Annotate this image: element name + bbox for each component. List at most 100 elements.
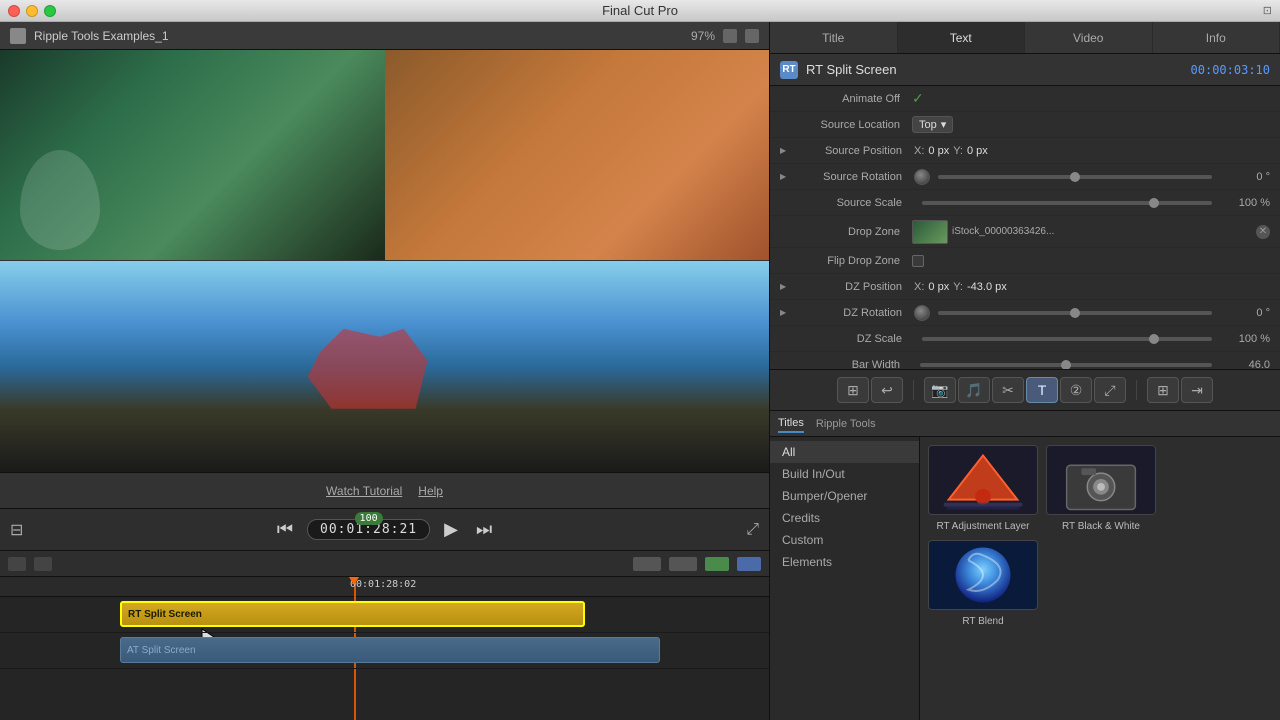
dz-pos-y-val[interactable]: -43.0 px — [967, 281, 1007, 293]
source-pos-y-val[interactable]: 0 px — [967, 145, 988, 157]
animate-off-check[interactable]: ✓ — [912, 90, 924, 107]
sidebar-item-credits[interactable]: Credits — [770, 507, 919, 529]
sidebar-item-all[interactable]: All — [770, 441, 919, 463]
bar-width-slider[interactable] — [920, 363, 1212, 367]
dz-rotation-row: ▶ DZ Rotation 0 ° — [770, 300, 1280, 326]
source-rotation-knob[interactable] — [914, 169, 930, 185]
dz-pos-x-val[interactable]: 0 px — [928, 281, 949, 293]
tab-title[interactable]: Title — [770, 22, 898, 53]
effect-card-blend[interactable]: RT Blend — [928, 540, 1038, 627]
source-rotation-value: 0 ° — [1220, 171, 1270, 183]
titlebar: Final Cut Pro ⊡ — [0, 0, 1280, 22]
browser-tab-ripple[interactable]: Ripple Tools — [816, 416, 876, 432]
toolbar-browser-btn[interactable]: ⊞ — [1147, 377, 1179, 403]
drop-zone-label: Drop Zone — [792, 226, 912, 238]
toolbar-gen-btn[interactable]: ② — [1060, 377, 1092, 403]
tab-text[interactable]: Text — [898, 22, 1026, 53]
disclosure-dz-rot[interactable]: ▶ — [780, 308, 792, 317]
disclosure-dz-pos[interactable]: ▶ — [780, 282, 792, 291]
effect-thumb-blend — [928, 540, 1038, 610]
fullscreen-button[interactable]: ⤢ — [746, 521, 759, 539]
timeline-tool-btn-2[interactable] — [34, 557, 52, 571]
timeline-track-1: RT Split Screen — [0, 597, 769, 633]
disclosure-source-rot[interactable]: ▶ — [780, 172, 792, 181]
toolbar-photo-btn[interactable]: 📷 — [924, 377, 956, 403]
drop-zone-filename: iStock_00000363426... — [952, 226, 1256, 237]
dz-rotation-slider[interactable] — [938, 311, 1212, 315]
viewer-title: Ripple Tools Examples_1 — [34, 29, 683, 43]
dz-pos-x-label: X: — [914, 281, 924, 293]
effect-card-adjustment-layer[interactable]: RT Adjustment Layer — [928, 445, 1038, 532]
sidebar-item-elements[interactable]: Elements — [770, 551, 919, 573]
clip-lower[interactable]: AT Split Screen — [120, 637, 660, 663]
minimize-button[interactable] — [26, 5, 38, 17]
bar-width-thumb[interactable] — [1061, 360, 1071, 370]
toolbar-undo-btn[interactable]: ↩ — [871, 377, 903, 403]
zoom-level[interactable]: 97% — [691, 29, 715, 43]
preview-area — [0, 50, 769, 472]
tab-video[interactable]: Video — [1025, 22, 1153, 53]
animate-off-row: Animate Off ✓ — [770, 86, 1280, 112]
toolbar-snap-btn[interactable]: ⊞ — [837, 377, 869, 403]
disclosure-source-pos[interactable]: ▶ — [780, 146, 792, 155]
preview-top-right — [385, 50, 770, 260]
dz-position-label: DZ Position — [794, 281, 914, 293]
flip-drop-zone-checkbox[interactable] — [912, 255, 924, 267]
browser-tabs: Titles Ripple Tools — [770, 411, 1280, 437]
toolbar-title-btn[interactable]: T — [1026, 377, 1058, 403]
layout-button[interactable]: ⊟ — [10, 520, 23, 540]
toolbar-sep-2 — [1136, 380, 1137, 400]
toolbar-cut-btn[interactable]: ✂ — [992, 377, 1024, 403]
source-scale-slider[interactable] — [922, 201, 1212, 205]
source-position-label: Source Position — [794, 145, 914, 157]
toolbar-group-2: 📷 🎵 ✂ T ② ⤢ — [924, 377, 1126, 403]
dz-scale-thumb[interactable] — [1149, 334, 1159, 344]
source-scale-thumb[interactable] — [1149, 198, 1159, 208]
drop-zone-remove-btn[interactable]: ✕ — [1256, 225, 1270, 239]
tab-info[interactable]: Info — [1153, 22, 1280, 53]
toolbar-share-btn[interactable]: ⇥ — [1181, 377, 1213, 403]
right-panel: Title Text Video Info RT RT Split Screen… — [770, 22, 1280, 720]
playhead-time: 00:01:28:02 — [350, 579, 416, 590]
skip-back-button[interactable]: ⏮ — [273, 515, 297, 544]
source-rotation-row: ▶ Source Rotation 0 ° — [770, 164, 1280, 190]
dz-rotation-thumb[interactable] — [1070, 308, 1080, 318]
timeline-tool-btn[interactable] — [8, 557, 26, 571]
sidebar-item-custom[interactable]: Custom — [770, 529, 919, 551]
source-position-row: ▶ Source Position X: 0 px Y: 0 px — [770, 138, 1280, 164]
help-link[interactable]: Help — [418, 484, 443, 498]
viewer-settings-btn[interactable] — [723, 29, 737, 43]
effect-name: RT Split Screen — [806, 62, 1183, 77]
viewer-layout-btn[interactable] — [745, 29, 759, 43]
toolbar-group-3: ⊞ ⇥ — [1147, 377, 1213, 403]
dz-scale-slider[interactable] — [922, 337, 1212, 341]
playhead-triangle — [349, 577, 359, 585]
inspector-content[interactable]: Animate Off ✓ Source Location Top ▾ ▶ So… — [770, 86, 1280, 369]
close-button[interactable] — [8, 5, 20, 17]
effect-thumb-bw — [1046, 445, 1156, 515]
watch-tutorial-link[interactable]: Watch Tutorial — [326, 484, 402, 498]
window-controls[interactable] — [8, 5, 56, 17]
toolbar-group-1: ⊞ ↩ — [837, 377, 903, 403]
skip-forward-button[interactable]: ⏭ — [472, 515, 496, 544]
toolbar-trans-btn[interactable]: ⤢ — [1094, 377, 1126, 403]
source-location-dropdown[interactable]: Top ▾ — [912, 116, 953, 133]
clip-label: RT Split Screen — [128, 609, 202, 620]
toolbar-audio-btn[interactable]: 🎵 — [958, 377, 990, 403]
browser-tab-titles[interactable]: Titles — [778, 415, 804, 433]
flip-drop-zone-label: Flip Drop Zone — [792, 255, 912, 267]
sidebar-item-build-in-out[interactable]: Build In/Out — [770, 463, 919, 485]
inspector-header: RT RT Split Screen 00:00:03:10 — [770, 54, 1280, 86]
window-resize-icon[interactable]: ⊡ — [1263, 4, 1272, 17]
sidebar-item-bumper[interactable]: Bumper/Opener — [770, 485, 919, 507]
effect-card-bw[interactable]: RT Black & White — [1046, 445, 1156, 532]
dz-rotation-knob[interactable] — [914, 305, 930, 321]
play-button[interactable]: ▶ — [440, 515, 462, 544]
bar-width-value: 46.0 — [1220, 359, 1270, 370]
source-rotation-slider[interactable] — [938, 175, 1212, 179]
clip-rt-split-screen[interactable]: RT Split Screen — [120, 601, 585, 627]
source-rotation-thumb[interactable] — [1070, 172, 1080, 182]
browser-toolbar: ⊞ ↩ 📷 🎵 ✂ T ② ⤢ ⊞ ⇥ — [770, 369, 1280, 411]
source-pos-x-val[interactable]: 0 px — [928, 145, 949, 157]
maximize-button[interactable] — [44, 5, 56, 17]
